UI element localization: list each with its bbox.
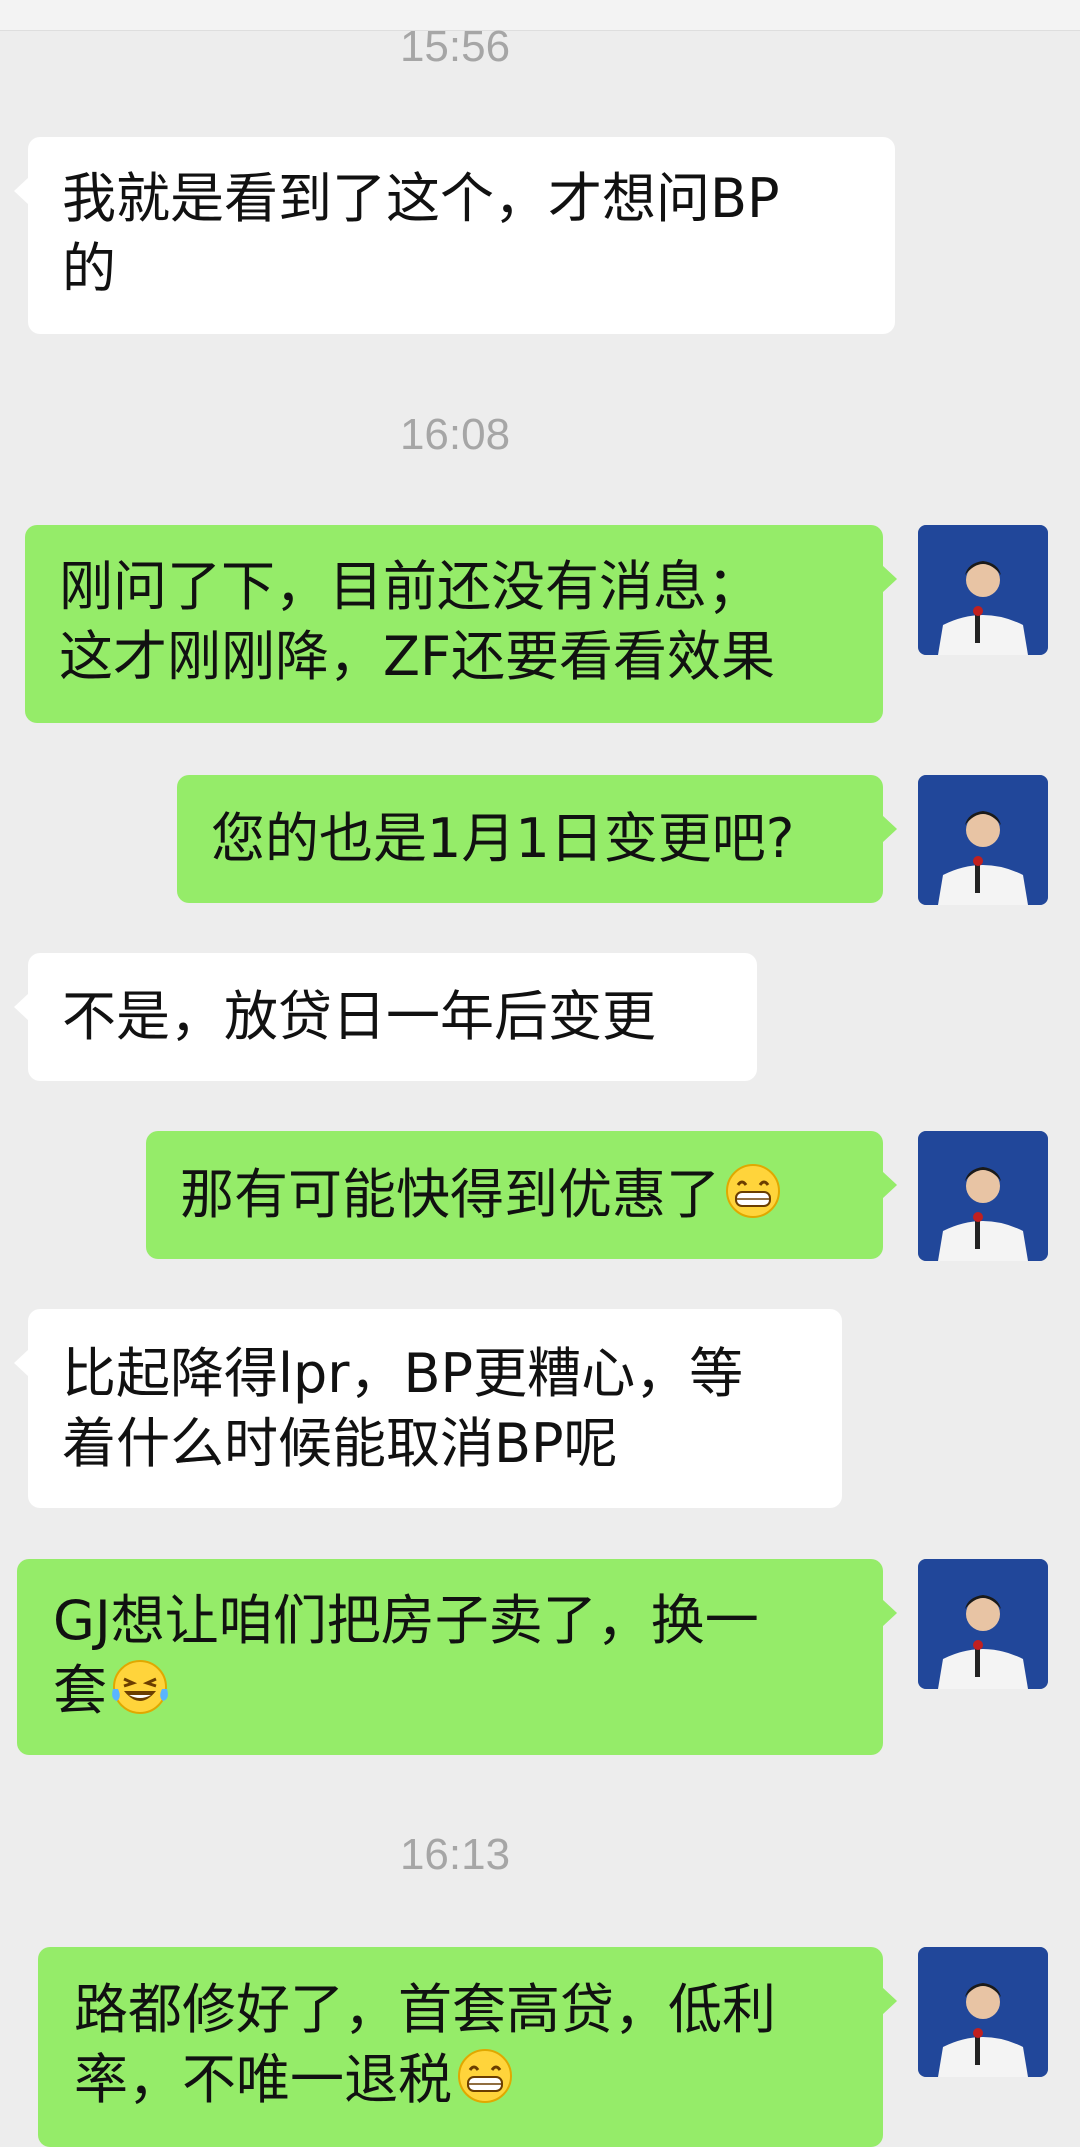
message-bubble-outgoing[interactable]: 路都修好了，首套高贷，低利 率，不唯一退税: [38, 1947, 897, 2147]
message-bubble-outgoing[interactable]: 刚问了下，目前还没有消息； 这才刚刚降，ZF还要看看效果: [25, 525, 897, 723]
message-text: 路都修好了，首套高贷，低利 率，不唯一退税: [74, 1978, 776, 2111]
message-bubble-incoming[interactable]: 我就是看到了这个，才想问BP 的: [14, 137, 895, 334]
avatar-photo-icon: [918, 525, 1048, 655]
avatar[interactable]: [918, 1947, 1048, 2077]
avatar[interactable]: [918, 775, 1048, 905]
avatar-photo-icon: [918, 1131, 1048, 1261]
avatar[interactable]: [918, 1559, 1048, 1689]
timestamp: 16:08: [399, 410, 511, 459]
message-text: 比起降得lpr，BP更糟心，等 着什么时候能取消BP呢: [62, 1342, 744, 1475]
timestamp: 15:56: [399, 22, 511, 71]
message-text: 那有可能快得到优惠了: [180, 1160, 849, 1230]
message-text: 不是，放贷日一年后变更: [62, 985, 656, 1048]
avatar-photo-icon: [918, 1947, 1048, 2077]
message-text: 我就是看到了这个，才想问BP 的: [62, 167, 780, 300]
avatar-photo-icon: [918, 775, 1048, 905]
message-text: 刚问了下，目前还没有消息； 这才刚刚降，ZF还要看看效果: [59, 555, 776, 688]
message-text: 您的也是1月1日变更吧?: [211, 807, 795, 870]
avatar-photo-icon: [918, 1559, 1048, 1689]
message-bubble-outgoing[interactable]: 您的也是1月1日变更吧?: [177, 775, 897, 903]
grin-emoji-icon: [458, 2049, 512, 2103]
laugh-tears-emoji-icon: [112, 1660, 168, 1714]
message-bubble-incoming[interactable]: 比起降得lpr，BP更糟心，等 着什么时候能取消BP呢: [14, 1309, 842, 1508]
message-bubble-outgoing[interactable]: GJ想让咱们把房子卖了，换一 套: [17, 1559, 897, 1755]
message-bubble-outgoing[interactable]: 那有可能快得到优惠了: [146, 1131, 897, 1259]
message-text: GJ想让咱们把房子卖了，换一 套: [53, 1589, 759, 1722]
avatar[interactable]: [918, 1131, 1048, 1261]
message-bubble-incoming[interactable]: 不是，放贷日一年后变更: [14, 953, 757, 1081]
timestamp: 16:13: [399, 1830, 511, 1879]
avatar[interactable]: [918, 525, 1048, 655]
grin-emoji-icon: [726, 1164, 780, 1218]
